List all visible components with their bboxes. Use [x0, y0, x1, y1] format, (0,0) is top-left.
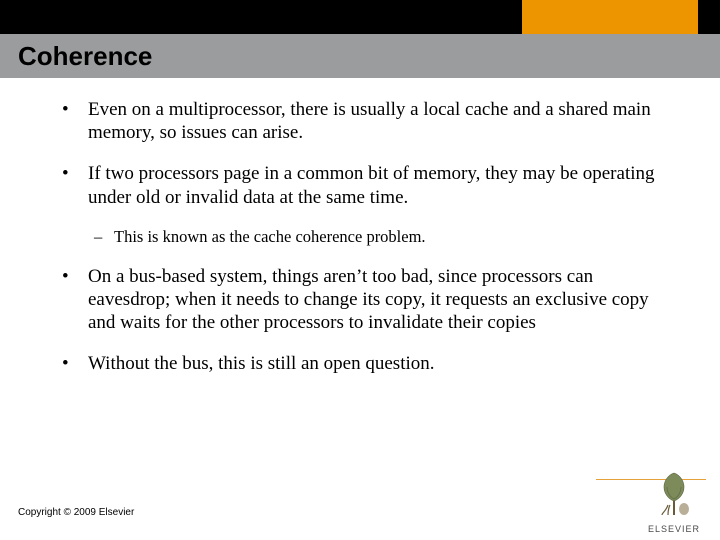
slide-body: • Even on a multiprocessor, there is usu… — [58, 98, 678, 394]
elsevier-tree-icon — [648, 469, 700, 517]
publisher-logo: ELSEVIER — [642, 469, 706, 534]
bullet-item: • On a bus-based system, things aren’t t… — [58, 265, 678, 335]
sub-bullet-glyph: – — [88, 227, 114, 247]
bullet-glyph: • — [58, 98, 88, 144]
bullet-glyph: • — [58, 162, 88, 208]
copyright-text: Copyright © 2009 Elsevier — [18, 507, 134, 518]
header-orange-block — [522, 0, 698, 34]
bullet-item: • If two processors page in a common bit… — [58, 162, 678, 208]
bullet-item: • Even on a multiprocessor, there is usu… — [58, 98, 678, 144]
slide-title: Coherence — [18, 41, 152, 72]
bullet-glyph: • — [58, 265, 88, 335]
sub-bullet-item: – This is known as the cache coherence p… — [88, 227, 678, 247]
bullet-glyph: • — [58, 352, 88, 375]
bullet-item: • Without the bus, this is still an open… — [58, 352, 678, 375]
bullet-text: Even on a multiprocessor, there is usual… — [88, 98, 678, 144]
bullet-text: Without the bus, this is still an open q… — [88, 352, 678, 375]
publisher-name: ELSEVIER — [642, 524, 706, 534]
bullet-text: If two processors page in a common bit o… — [88, 162, 678, 208]
sub-bullet-text: This is known as the cache coherence pro… — [114, 227, 678, 247]
title-bar: Coherence — [0, 34, 720, 78]
bullet-text: On a bus-based system, things aren’t too… — [88, 265, 678, 335]
